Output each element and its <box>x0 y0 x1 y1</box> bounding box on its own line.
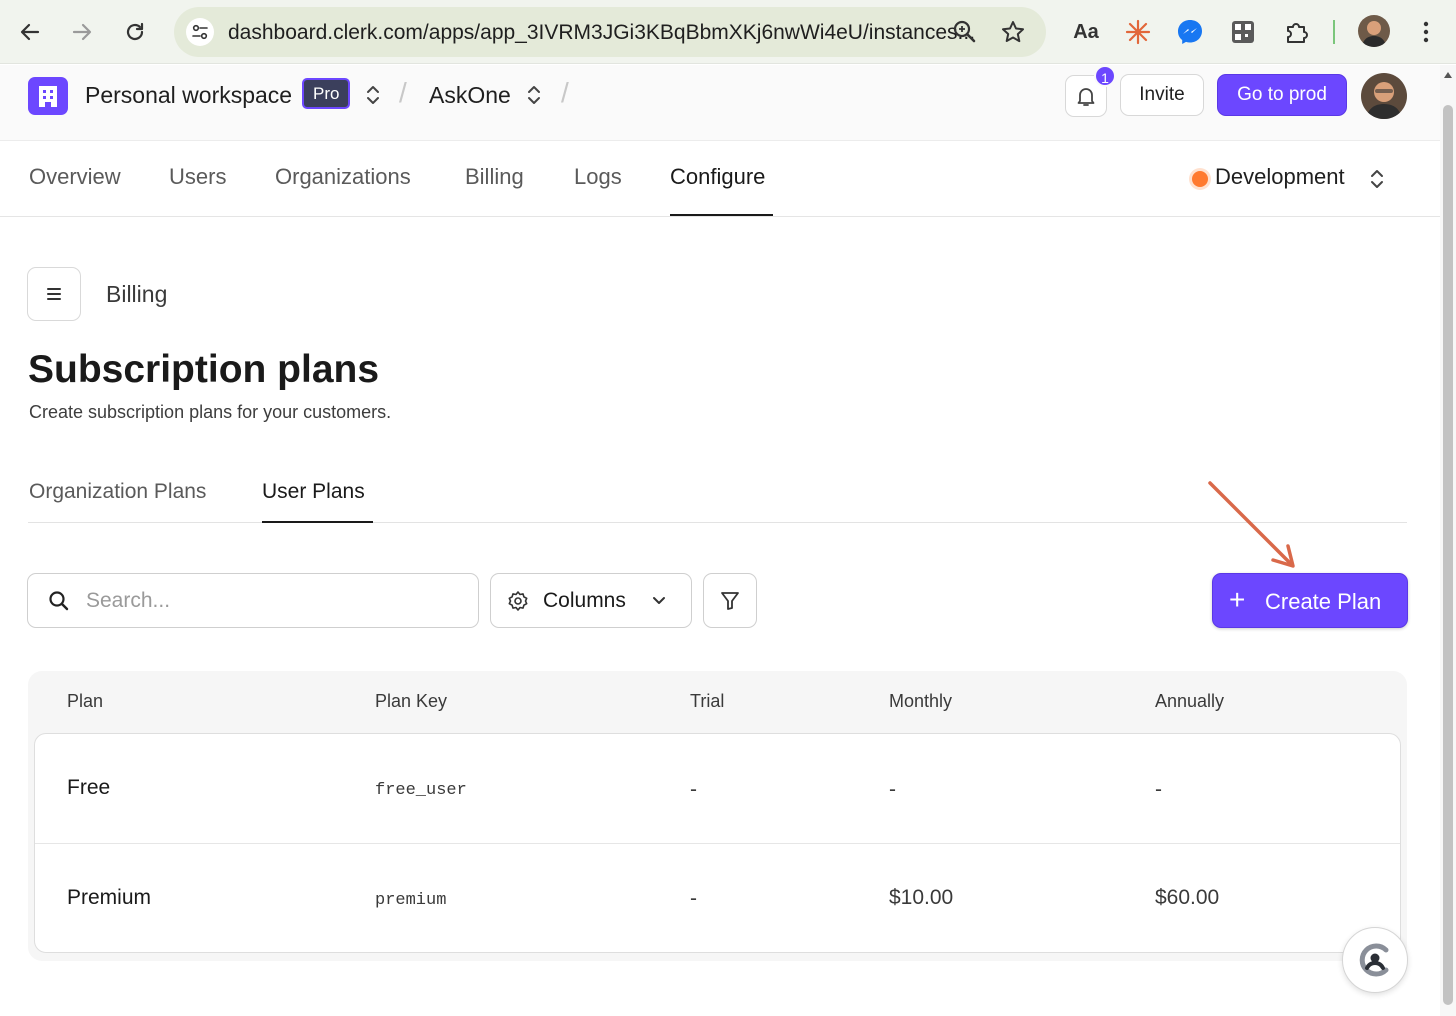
table-body: Free free_user - - - Premium premium - $… <box>34 733 1401 953</box>
plan-monthly: - <box>889 778 896 801</box>
create-plan-label: Create Plan <box>1265 589 1382 614</box>
address-bar[interactable]: dashboard.clerk.com/apps/app_3IVRM3JGi3K… <box>174 7 1046 57</box>
plan-annually: - <box>1155 778 1162 801</box>
forward-arrow-icon[interactable] <box>66 16 98 48</box>
pro-badge: Pro <box>302 78 351 109</box>
go-to-prod-button[interactable]: Go to prod <box>1217 74 1347 116</box>
tab-organization-plans[interactable]: Organization Plans <box>29 480 206 504</box>
plan-trial: - <box>690 778 697 801</box>
annotation-arrow-icon <box>1208 481 1295 568</box>
bell-icon <box>1077 88 1095 106</box>
reload-icon[interactable] <box>119 16 151 48</box>
browser-toolbar: dashboard.clerk.com/apps/app_3IVRM3JGi3K… <box>0 0 1456 64</box>
notification-count-badge: 1 <box>1094 65 1116 87</box>
breadcrumb-separator: / <box>399 77 407 108</box>
star-icon[interactable] <box>1000 19 1026 50</box>
table-row[interactable]: Premium premium - $10.00 $60.00 <box>35 843 1400 952</box>
plan-trial: - <box>690 887 697 910</box>
clerk-logo-icon <box>1359 943 1389 977</box>
column-header-trial[interactable]: Trial <box>690 691 724 712</box>
messenger-extension-icon[interactable] <box>1172 14 1208 50</box>
create-plan-button[interactable]: + Create Plan <box>1212 573 1408 628</box>
section-title: Billing <box>106 281 168 307</box>
workspace-name[interactable]: Personal workspace <box>85 82 292 109</box>
column-header-plan[interactable]: Plan <box>67 691 103 712</box>
plus-icon: + <box>1229 584 1246 615</box>
column-header-plan-key[interactable]: Plan Key <box>375 691 447 712</box>
plan-annually: $60.00 <box>1155 886 1220 909</box>
environment-selector[interactable]: Development <box>1215 164 1345 190</box>
browser-profile-avatar[interactable] <box>1358 15 1390 47</box>
active-tab-indicator <box>262 521 373 523</box>
nav-billing[interactable]: Billing <box>465 164 524 190</box>
app-header: Personal workspace Pro / AskOne / 1 Invi… <box>0 65 1440 141</box>
tab-user-plans[interactable]: User Plans <box>262 480 365 504</box>
plan-name: Premium <box>67 886 152 909</box>
sidebar-toggle-button[interactable] <box>27 267 81 321</box>
columns-label: Columns <box>543 589 626 612</box>
column-header-annually[interactable]: Annually <box>1155 691 1224 712</box>
reader-mode-button[interactable]: Aa <box>1068 14 1104 50</box>
site-settings-icon[interactable] <box>186 18 214 46</box>
columns-button[interactable]: Columns <box>490 573 692 628</box>
table-row[interactable]: Free free_user - - - <box>35 734 1400 843</box>
search-icon <box>49 591 69 611</box>
page-title: Subscription plans <box>28 348 380 391</box>
filter-icon <box>721 591 739 610</box>
search-field[interactable] <box>27 573 479 628</box>
column-header-monthly[interactable]: Monthly <box>889 691 952 712</box>
chevron-down-icon <box>653 597 665 604</box>
url-text: dashboard.clerk.com/apps/app_3IVRM3JGi3K… <box>228 21 976 44</box>
qr-extension-icon[interactable] <box>1225 14 1261 50</box>
environment-switcher-icon[interactable] <box>1368 167 1386 191</box>
filter-button[interactable] <box>703 573 757 628</box>
nav-overview[interactable]: Overview <box>29 164 121 190</box>
search-input[interactable] <box>86 586 466 616</box>
environment-status-dot <box>1192 171 1208 187</box>
gear-icon <box>508 591 528 611</box>
page-subtitle: Create subscription plans for your custo… <box>29 402 392 422</box>
plan-monthly: $10.00 <box>889 886 954 909</box>
invite-button[interactable]: Invite <box>1120 74 1204 116</box>
plan-key: free_user <box>375 781 467 800</box>
workspace-logo-icon[interactable] <box>28 77 68 115</box>
scroll-thumb[interactable] <box>1443 105 1453 1005</box>
app-name[interactable]: AskOne <box>429 82 511 109</box>
help-chat-button[interactable] <box>1342 927 1408 993</box>
extensions-puzzle-icon[interactable] <box>1279 14 1315 50</box>
user-avatar[interactable] <box>1361 73 1407 119</box>
toolbar-divider <box>1333 20 1335 44</box>
nav-organizations[interactable]: Organizations <box>275 164 411 190</box>
app-switcher-icon[interactable] <box>525 83 543 107</box>
plans-table: Plan Plan Key Trial Monthly Annually Fre… <box>28 671 1407 961</box>
more-vert-icon[interactable] <box>1416 20 1436 49</box>
plan-name: Free <box>67 776 111 799</box>
workspace-switcher-icon[interactable] <box>364 83 382 107</box>
active-nav-indicator <box>670 214 773 216</box>
back-arrow-icon[interactable] <box>14 16 46 48</box>
nav-users[interactable]: Users <box>169 164 226 190</box>
scroll-up-icon[interactable] <box>1443 71 1453 79</box>
nav-logs[interactable]: Logs <box>574 164 622 190</box>
sparkle-extension-icon[interactable] <box>1120 14 1156 50</box>
breadcrumb-separator: / <box>561 77 569 108</box>
menu-icon <box>47 288 61 300</box>
zoom-icon[interactable] <box>952 19 978 50</box>
plan-key: premium <box>375 891 447 910</box>
page-scrollbar[interactable] <box>1440 65 1456 1016</box>
main-nav: Overview Users Organizations Billing Log… <box>0 141 1440 217</box>
nav-configure[interactable]: Configure <box>670 164 765 190</box>
